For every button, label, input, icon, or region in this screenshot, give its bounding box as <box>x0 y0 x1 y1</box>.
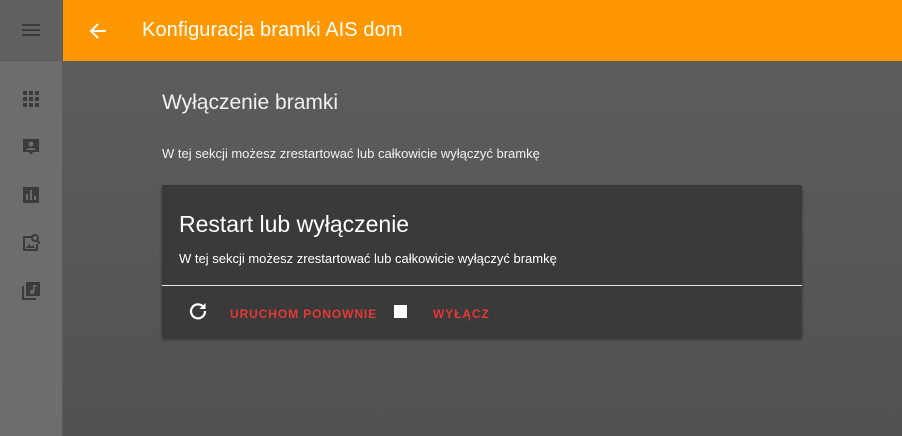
sidebar-header <box>0 0 62 61</box>
section-description: W tej sekcji możesz zrestartować lub cał… <box>162 146 540 161</box>
sidebar-item-apps[interactable] <box>0 75 63 123</box>
sidebar-item-chart[interactable] <box>0 171 63 219</box>
sidebar-item-person[interactable] <box>0 123 63 171</box>
card-description: W tej sekcji możesz zrestartować lub cał… <box>179 251 557 266</box>
sidebar-item-music[interactable] <box>0 267 63 315</box>
arrow-left-icon <box>89 22 107 40</box>
main-content: Wyłączenie bramki W tej sekcji możesz zr… <box>63 61 902 436</box>
app-toolbar: Konfiguracja bramki AIS dom <box>63 0 902 61</box>
section-title: Wyłączenie bramki <box>162 91 339 114</box>
restart-icon[interactable] <box>188 301 208 321</box>
person-card-icon <box>21 137 41 157</box>
power-off-button[interactable]: WYŁĄCZ <box>433 307 490 321</box>
page-title: Konfiguracja bramki AIS dom <box>142 19 403 41</box>
card-actions: URUCHOM PONOWNIE WYŁĄCZ <box>162 286 802 338</box>
sidebar-nav <box>0 61 62 315</box>
card-title: Restart lub wyłączenie <box>179 211 410 237</box>
image-search-icon <box>21 233 41 253</box>
menu-icon[interactable] <box>21 23 41 37</box>
restart-button[interactable]: URUCHOM PONOWNIE <box>230 307 377 321</box>
bar-chart-icon <box>22 186 40 204</box>
stop-icon[interactable] <box>394 305 407 318</box>
back-button[interactable] <box>63 0 133 61</box>
sidebar <box>0 0 63 436</box>
restart-card: Restart lub wyłączenie W tej sekcji może… <box>162 185 802 338</box>
music-library-icon <box>21 281 41 301</box>
sidebar-item-image-search[interactable] <box>0 219 63 267</box>
apps-grid-icon <box>22 90 40 108</box>
